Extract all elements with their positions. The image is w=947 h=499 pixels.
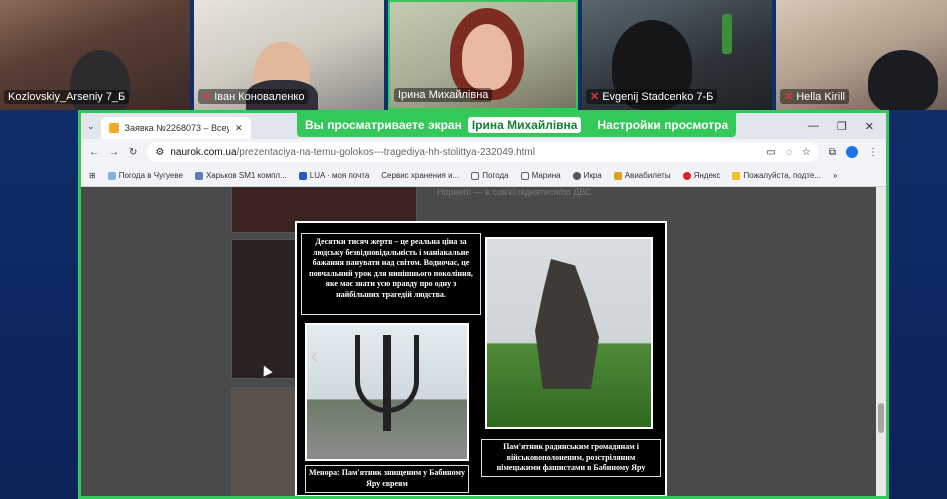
globe-icon [572,171,581,180]
monument-photo [485,237,653,429]
menu-icon[interactable]: ⋮ [868,147,878,158]
mic-off-icon: ✕ [202,91,212,103]
url-domain: naurok.com.ua [170,146,237,158]
bookmark-item[interactable]: Сервис хранения и... [381,171,459,180]
page-scrollbar[interactable] [876,187,886,496]
site-info-icon[interactable]: ⚙ [155,147,164,158]
more-bookmarks-icon[interactable]: » [833,171,837,180]
bookmark-item[interactable]: Пожалуйста, подте... [732,171,821,180]
browser-tab[interactable]: Заявка №2268073 – Всеукраїн... ✕ [100,117,251,139]
tab-list-chevron-icon[interactable]: ⌄ [87,121,95,132]
menorah-photo [305,323,469,461]
participant-video [462,24,512,90]
participant-tile-3[interactable]: Ірина Михайлівна [388,0,578,110]
page-text: Норвегії — в сов'єї піднятися/по ДВС [437,187,592,197]
bookmark-item[interactable]: LUA · моя почта [298,171,369,180]
figurine [722,14,732,54]
bookmark-item[interactable]: Харьков SM1 компл... [194,171,287,180]
weather-icon [107,171,116,180]
site-icon [194,171,203,180]
monument-shape [535,259,599,389]
cast-icon[interactable]: ▭ [766,147,775,158]
close-window-icon[interactable]: ✕ [865,120,874,133]
participant-tile-4[interactable]: ✕ Evgenij Stadcenko 7-Б [582,0,772,110]
tab-favicon-icon [108,123,119,133]
profile-avatar[interactable] [846,146,858,158]
extensions-icon[interactable]: ⧉ [829,147,836,158]
video-call-window: Kozlovskiy_Arseniy 7_Б ✕ Іван Коноваленко… [0,0,947,499]
address-bar-row: ← → ↻ ⚙ naurok.com.ua/prezentaciya-na-te… [81,139,886,165]
bookmark-star-icon[interactable]: ☆ [802,147,811,158]
screen-share-banner: Вы просматриваете экран Ірина Михайлівна… [297,113,737,137]
participant-video [868,50,938,110]
mic-off-icon: ✕ [784,91,794,103]
bookmark-item[interactable]: Погода в Чугуеве [107,171,183,180]
shared-screen: ⌄ Заявка №2268073 – Всеукраїн... ✕ — ❐ ✕… [78,110,889,499]
view-settings-button[interactable]: Настройки просмотра [597,118,728,132]
minimize-icon[interactable]: — [808,120,819,133]
bookmark-item[interactable]: Марина [520,171,561,180]
participant-tile-5[interactable]: ✕ Hella Kirill [776,0,947,110]
bookmark-item[interactable]: Икра [572,171,602,180]
participant-tile-2[interactable]: ✕ Іван Коноваленко [194,0,384,110]
tab-close-icon[interactable]: ✕ [235,123,243,134]
presentation-slide: Десятки тисяч жертв – це реальна ціна за… [295,221,667,496]
site-icon [732,171,741,180]
participant-name-label: Ірина Михайлівна [394,88,493,102]
plane-icon [613,171,622,180]
yandex-icon [682,171,691,180]
scrollbar-thumb[interactable] [878,403,884,433]
url-input[interactable]: ⚙ naurok.com.ua/prezentaciya-na-temu-gol… [147,142,819,162]
monument-caption: Пам'ятник радянським громадянам і військ… [481,439,661,477]
participant-name-label: ✕ Hella Kirill [780,89,850,104]
eye-off-icon[interactable]: ◌ [786,147,792,158]
mic-off-icon: ✕ [590,91,600,103]
slide-main-caption: Десятки тисяч жертв – це реальна ціна за… [301,233,481,315]
bookmark-item[interactable]: Погода [471,171,509,180]
bookmark-item[interactable]: Яндекс [682,171,720,180]
restore-icon[interactable]: ❐ [837,120,847,133]
mail-icon [298,171,307,180]
reload-icon[interactable]: ↻ [129,147,137,158]
menorah-stem [383,335,391,431]
folder-icon [520,171,529,180]
prev-slide-arrow-icon[interactable]: ‹ [311,343,318,369]
apps-grid-icon[interactable]: ⊞ [89,171,96,180]
participant-name-label: ✕ Evgenij Stadcenko 7-Б [586,89,718,104]
window-controls: — ❐ ✕ [808,120,880,133]
tab-title: Заявка №2268073 – Всеукраїн... [124,123,229,133]
participant-name-label: Kozlovskiy_Arseniy 7_Б [4,90,130,104]
menorah-caption: Менора: Пам'ятник знищеним у Бабиному Яр… [305,465,469,493]
back-icon[interactable]: ← [89,147,99,158]
bookmark-item[interactable]: Авиабилеты [613,171,671,180]
presenter-name: Ірина Михайлівна [467,117,582,133]
url-path: /prezentaciya-na-temu-golokos---tragediy… [236,146,535,158]
forward-icon[interactable]: → [109,147,119,158]
bookmarks-bar: ⊞ Погода в Чугуеве Харьков SM1 компл... … [81,165,886,187]
participant-tile-1[interactable]: Kozlovskiy_Arseniy 7_Б [0,0,190,110]
page-content: Норвегії — в сов'єї піднятися/по ДВС Дес… [81,187,886,496]
share-banner-text: Вы просматриваете экран [305,118,462,132]
participant-name-label: ✕ Іван Коноваленко [198,89,309,104]
folder-icon [471,171,480,180]
